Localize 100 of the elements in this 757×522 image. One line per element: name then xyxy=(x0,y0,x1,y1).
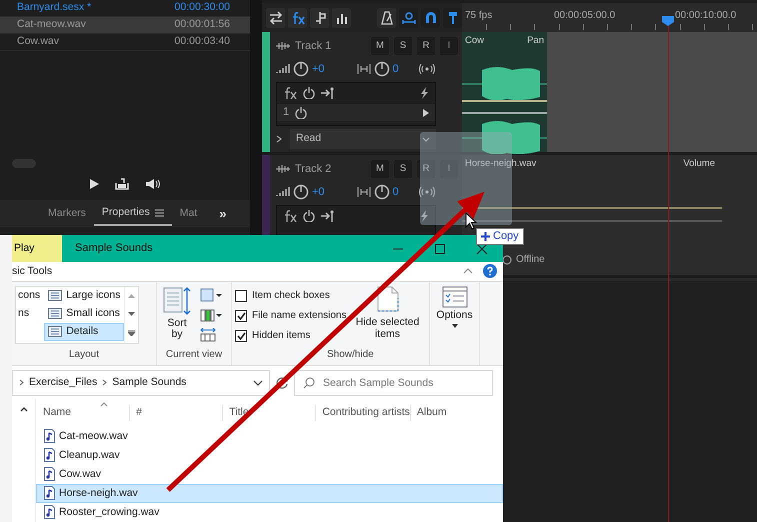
magnet-icon[interactable] xyxy=(424,10,438,24)
checkmark-icon xyxy=(236,312,246,320)
scroll-down-icon[interactable] xyxy=(128,312,136,316)
track-name: Track 2 xyxy=(295,162,332,177)
drag-tooltip: Copy xyxy=(476,228,524,245)
fit-columns-icon[interactable] xyxy=(200,328,216,342)
chevron-icon xyxy=(102,379,108,386)
file-row[interactable]: Cat-meow.wav xyxy=(36,426,503,446)
column-header[interactable]: Album xyxy=(410,405,503,421)
speaker-icon[interactable] xyxy=(145,178,161,190)
play-icon[interactable] xyxy=(423,108,429,116)
effect-slot[interactable]: 1 xyxy=(277,103,435,121)
expand-icon[interactable] xyxy=(128,330,136,336)
maximize-icon[interactable] xyxy=(433,242,447,254)
fx-icon[interactable] xyxy=(290,10,304,24)
frame-rate-label: 75 fps xyxy=(465,9,492,23)
cursor-icon xyxy=(465,212,477,230)
track-button[interactable]: R xyxy=(417,37,435,55)
export-icon[interactable] xyxy=(115,178,129,190)
breadcrumb-item[interactable]: Exercise_Files xyxy=(29,374,98,390)
caret-icon xyxy=(422,136,430,142)
playhead-icon[interactable] xyxy=(662,16,674,26)
checkmark-icon xyxy=(236,332,246,340)
file-row[interactable]: Horse-neigh.wav xyxy=(36,484,503,503)
layout-option[interactable]: Small icons xyxy=(44,304,124,323)
checkbox[interactable] xyxy=(235,330,247,342)
options-button[interactable]: Options xyxy=(433,286,476,328)
volume-value: +0 xyxy=(312,184,325,200)
file-row[interactable]: Cat-meow.wav 00:00:01:56 xyxy=(0,17,250,34)
column-header[interactable]: Contributing artists xyxy=(315,405,410,421)
file-row[interactable]: Cow.wav xyxy=(36,464,503,484)
power-icon[interactable] xyxy=(303,87,315,99)
volume-icon xyxy=(276,64,290,74)
collapse-icon[interactable] xyxy=(463,268,473,274)
file-row[interactable]: Rooster_crowing.wav xyxy=(36,502,503,522)
power-icon[interactable] xyxy=(303,210,315,222)
pan-knob[interactable] xyxy=(374,61,390,77)
group-by-icon[interactable] xyxy=(200,288,222,302)
track-button[interactable]: M xyxy=(371,37,389,55)
power-icon[interactable] xyxy=(295,106,308,118)
search-field[interactable]: Search Sample Sounds xyxy=(294,370,493,396)
pan-value: 0 xyxy=(392,62,399,77)
sort-button[interactable]: Sort by xyxy=(160,286,194,348)
layout-option[interactable]: Large icons xyxy=(44,286,124,305)
checkbox[interactable] xyxy=(235,310,247,322)
address-bar[interactable]: Exercise_Files Sample Sounds xyxy=(12,370,270,396)
audio-clip[interactable]: Cow Pan xyxy=(462,32,547,152)
pan-knob[interactable] xyxy=(374,184,390,200)
panel-tab[interactable]: Properties xyxy=(94,200,172,226)
envelope-label[interactable]: Volume xyxy=(683,157,715,172)
audio-file-icon xyxy=(44,486,55,500)
file-row[interactable]: Cow.wav 00:00:03:40 xyxy=(0,34,250,51)
scroll-up-icon[interactable] xyxy=(20,406,28,412)
chevron-icon[interactable] xyxy=(276,135,282,143)
dropdown-icon[interactable] xyxy=(253,380,263,386)
panel-tab[interactable]: Markers xyxy=(40,202,94,226)
file-row[interactable]: Cleanup.wav xyxy=(36,446,503,465)
volume-knob[interactable] xyxy=(293,184,309,200)
send-icon[interactable] xyxy=(321,87,335,99)
send-icon[interactable] xyxy=(321,210,335,222)
swap-arrows-icon[interactable] xyxy=(268,10,282,24)
sort-icon xyxy=(163,286,191,316)
chevron-icon xyxy=(19,379,24,386)
group-label: Layout xyxy=(68,348,100,362)
metronome-icon[interactable] xyxy=(380,10,394,24)
document-icon xyxy=(376,286,398,312)
column-header[interactable]: # xyxy=(129,405,222,421)
ribbon-tab[interactable]: sic Tools xyxy=(12,264,52,280)
time-label: 00:00:10:00.0 xyxy=(675,9,736,23)
window-title: Sample Sounds xyxy=(75,241,154,256)
volume-knob[interactable] xyxy=(293,61,309,77)
audio-file-icon xyxy=(44,448,55,462)
group-label: Current view xyxy=(164,348,224,362)
breadcrumb-item[interactable]: Sample Sounds xyxy=(112,374,186,390)
more-tabs-button[interactable]: » xyxy=(219,204,227,224)
ribbon-tab[interactable]: Play xyxy=(12,235,62,262)
output-icon xyxy=(419,187,435,197)
track-button[interactable]: M xyxy=(371,160,389,178)
lightning-icon[interactable] xyxy=(419,210,429,222)
audio-file-icon xyxy=(44,505,55,520)
search-icon xyxy=(303,376,315,389)
close-icon[interactable] xyxy=(475,242,489,254)
audio-file-icon xyxy=(44,467,55,482)
layout-option[interactable]: cons xyxy=(14,286,44,305)
automation-dropdown[interactable]: Read xyxy=(290,129,436,149)
menu-icon[interactable] xyxy=(154,208,164,216)
track-button[interactable]: S xyxy=(394,37,412,55)
columns-icon[interactable] xyxy=(200,308,222,322)
layout-option[interactable]: ns xyxy=(14,304,44,323)
panel-tab[interactable]: Mat xyxy=(172,202,206,226)
lightning-icon[interactable] xyxy=(419,87,429,99)
play-icon[interactable] xyxy=(89,178,99,190)
clip-name: Cow xyxy=(465,34,484,48)
pan-icon xyxy=(356,186,371,198)
checkbox[interactable] xyxy=(235,290,247,302)
layout-option[interactable]: Details xyxy=(44,322,124,341)
column-header[interactable]: Name xyxy=(36,405,130,421)
help-icon[interactable] xyxy=(483,264,497,278)
track-button[interactable]: S xyxy=(394,160,412,178)
snap-icon[interactable] xyxy=(402,10,416,24)
